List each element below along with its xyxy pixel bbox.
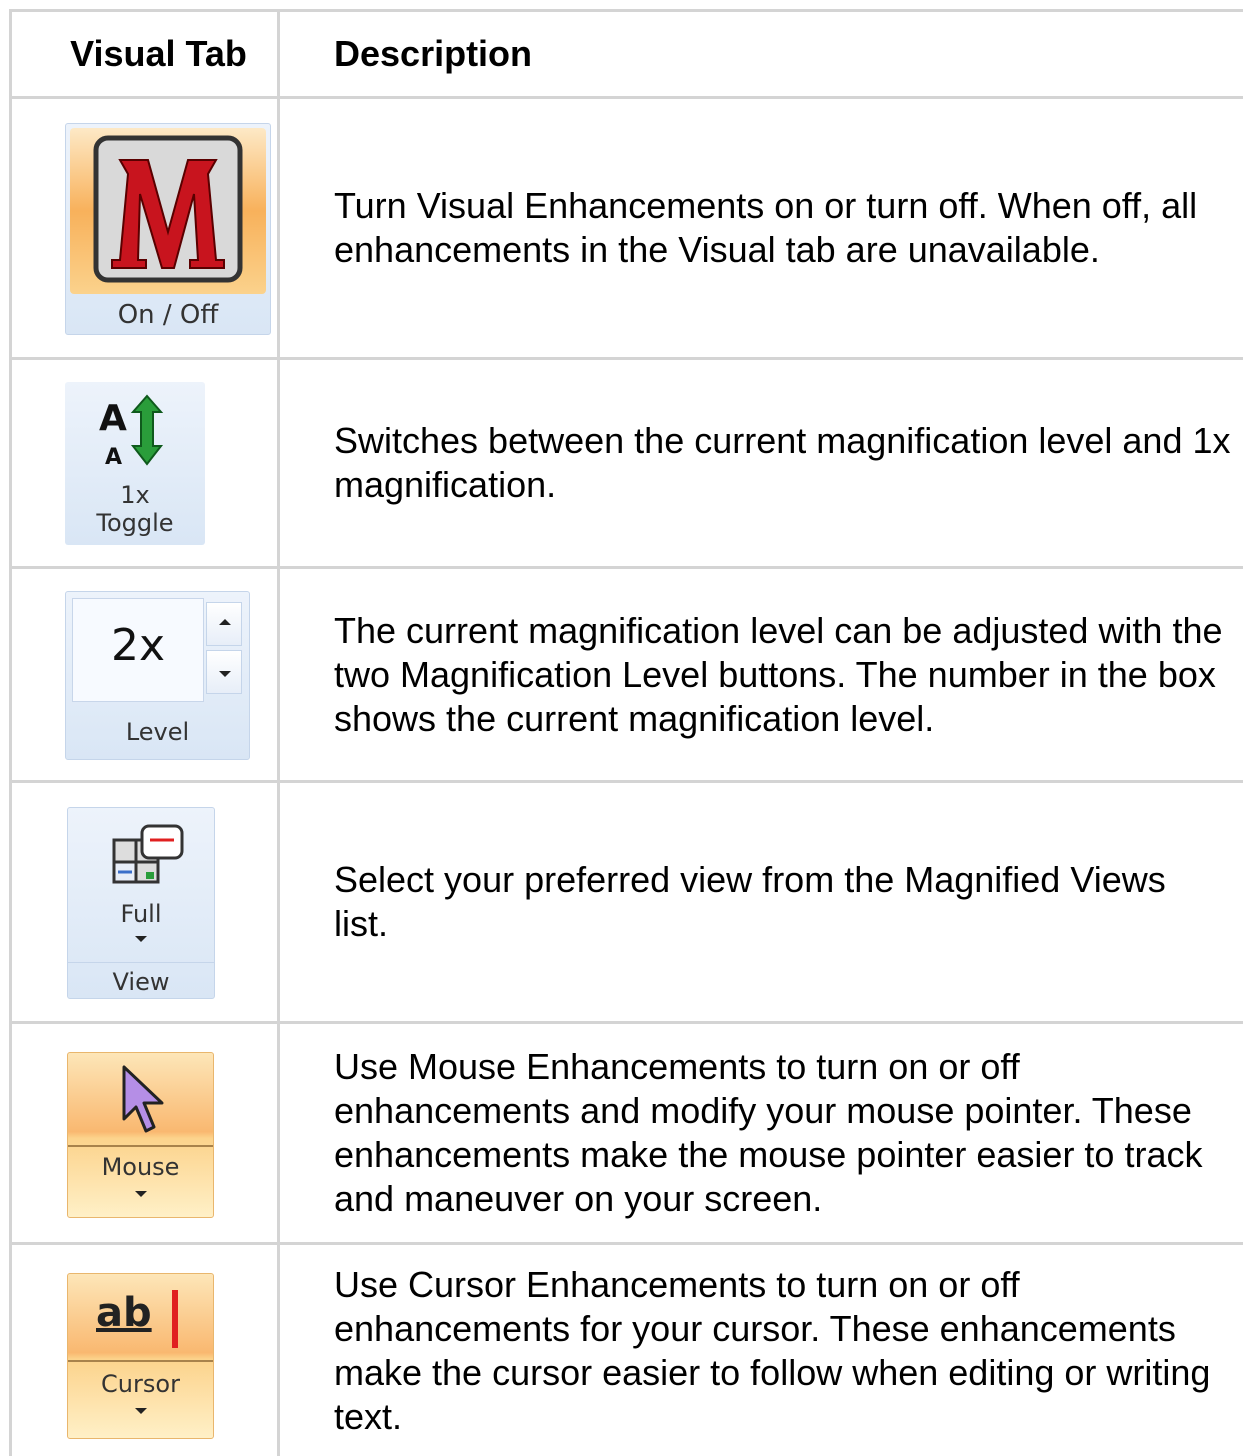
header-visual-tab: Visual Tab — [70, 33, 247, 74]
chevron-down-icon — [134, 1191, 147, 1197]
description-text: Select your preferred view from the Magn… — [334, 859, 1166, 944]
table-row: ab Cursor Use Cursor Enhancements to tur… — [9, 1245, 1243, 1456]
description-text: Turn Visual Enhancements on or turn off.… — [334, 185, 1198, 270]
svg-text:A: A — [105, 445, 122, 470]
table-row: Full View Select your preferred view fro… — [9, 783, 1243, 1021]
cursor-button[interactable]: ab Cursor — [67, 1273, 214, 1439]
level-control: 2x Level — [65, 591, 250, 760]
mouse-button[interactable]: Mouse — [67, 1052, 214, 1218]
view-full-label: Full — [120, 900, 162, 928]
visual-tab-table: Visual Tab Description On / Off Turn Vis… — [9, 9, 1243, 1456]
text-cursor-icon — [172, 1290, 178, 1348]
description-text: Use Mouse Enhancements to turn on or off… — [334, 1046, 1203, 1219]
on-off-label: On / Off — [117, 300, 219, 330]
description-text: Use Cursor Enhancements to turn on or of… — [334, 1263, 1211, 1437]
description-text: Switches between the current magnificati… — [334, 420, 1231, 505]
view-button[interactable]: Full View — [67, 807, 215, 999]
1x-toggle-button[interactable]: A A 1x Toggle — [65, 382, 205, 545]
header-description: Description — [334, 33, 533, 74]
header-row: Visual Tab Description — [9, 12, 1243, 96]
description-text: The current magnification level can be a… — [334, 609, 1223, 739]
chevron-down-icon — [134, 1408, 147, 1414]
magic-m-icon — [93, 135, 243, 283]
level-up-button[interactable] — [206, 602, 242, 646]
magnification-level-value: 2x — [110, 620, 166, 671]
magnified-views-icon — [112, 824, 184, 884]
on-off-button[interactable]: On / Off — [65, 123, 271, 335]
table-row: A A 1x Toggle Switches between the curre… — [9, 360, 1243, 566]
chevron-down-icon — [135, 936, 147, 942]
toggle-label-1x: 1x — [120, 481, 150, 509]
caret-down-icon — [219, 671, 231, 677]
table-row: On / Off Turn Visual Enhancements on or … — [9, 99, 1243, 357]
cursor-label: Cursor — [101, 1370, 180, 1398]
mouse-pointer-icon — [122, 1065, 164, 1133]
toggle-label: Toggle — [96, 509, 174, 537]
mouse-label: Mouse — [101, 1153, 180, 1181]
caret-up-icon — [219, 619, 231, 625]
view-group-label: View — [112, 968, 170, 996]
cursor-icon-text: ab — [96, 1290, 152, 1336]
svg-text:A: A — [99, 398, 127, 439]
level-down-button[interactable] — [206, 650, 242, 694]
level-label: Level — [125, 718, 190, 746]
text-size-arrow-icon: A A — [99, 394, 164, 470]
table-row: Mouse Use Mouse Enhancements to turn on … — [9, 1024, 1243, 1242]
table-row: 2x Level The current magnification level… — [9, 569, 1243, 780]
